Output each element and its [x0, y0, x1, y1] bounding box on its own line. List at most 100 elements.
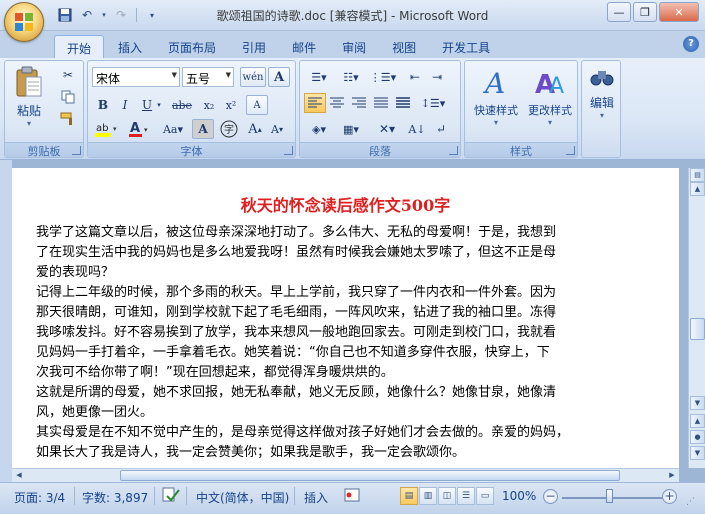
next-page-icon[interactable]: ▼: [690, 446, 705, 460]
horizontal-scrollbar[interactable]: ◀ ▶: [12, 468, 679, 482]
tab-home[interactable]: 开始: [54, 35, 105, 58]
align-left-icon[interactable]: [304, 93, 326, 113]
doc-line: 如果长大了我是诗人，我一定会赞美你；如果我是歌手，我一定会歌颂你。: [36, 445, 466, 460]
character-shading-icon[interactable]: A: [192, 119, 214, 139]
paragraph-launcher-icon[interactable]: [449, 146, 458, 155]
restore-button[interactable]: ❐: [633, 2, 657, 22]
decrease-indent-icon[interactable]: ⇤: [404, 67, 426, 87]
underline-dropdown-icon[interactable]: ▾: [154, 95, 164, 115]
page-indicator[interactable]: 页面: 3/4: [14, 489, 65, 506]
phonetic-guide-button[interactable]: wén: [240, 67, 266, 87]
change-styles-button[interactable]: A A 更改样式 ▾: [523, 65, 577, 127]
change-case-icon[interactable]: Aa▾: [158, 119, 188, 139]
text-highlight-icon[interactable]: ab ▾: [92, 119, 122, 139]
font-size-combo[interactable]: 五号 ▼: [182, 67, 234, 87]
document-body[interactable]: 我学了这篇文章以后，被这位母亲深深地打动了。多么伟大、无私的母爱啊！于是，我想到…: [36, 223, 596, 463]
change-styles-dropdown-icon[interactable]: ▾: [523, 118, 577, 127]
editing-dropdown-icon[interactable]: ▾: [584, 111, 620, 120]
grow-font-icon[interactable]: A ▴: [244, 119, 266, 139]
paste-dropdown-icon[interactable]: ▾: [11, 119, 47, 128]
line-spacing-icon[interactable]: ↕☰▾: [418, 93, 448, 113]
sort-icon[interactable]: A↓: [406, 119, 428, 139]
zoom-level[interactable]: 100%: [502, 489, 536, 503]
scroll-right-icon[interactable]: ▶: [665, 469, 679, 482]
align-right-icon[interactable]: [348, 93, 370, 113]
scroll-left-icon[interactable]: ◀: [12, 469, 26, 482]
align-center-icon[interactable]: [326, 93, 348, 113]
multilevel-list-icon[interactable]: ⋮☰▾: [368, 67, 398, 87]
enclose-characters-icon[interactable]: 字: [218, 119, 240, 139]
word-count[interactable]: 字数: 3,897: [82, 489, 148, 506]
macro-recording-icon[interactable]: [344, 487, 360, 506]
font-size-dropdown-icon[interactable]: ▼: [226, 71, 231, 79]
font-name-dropdown-icon[interactable]: ▼: [172, 71, 177, 79]
font-color-icon[interactable]: A ▾: [126, 119, 152, 139]
binoculars-icon: [590, 71, 614, 86]
character-border-icon[interactable]: A: [268, 67, 290, 87]
office-button[interactable]: [4, 2, 44, 42]
zoom-out-icon[interactable]: −: [543, 489, 558, 504]
shrink-font-icon[interactable]: A ▾: [266, 119, 288, 139]
language-indicator[interactable]: 中文(简体，中国): [196, 489, 289, 506]
close-button[interactable]: ✕: [659, 2, 699, 22]
copy-icon[interactable]: [57, 87, 79, 107]
increase-indent-icon[interactable]: ⇥: [426, 67, 448, 87]
tab-mailings[interactable]: 邮件: [280, 35, 328, 58]
format-painter-icon[interactable]: [57, 109, 79, 129]
tab-references[interactable]: 引用: [230, 35, 278, 58]
paste-icon: [16, 66, 42, 97]
tab-page-layout[interactable]: 页面布局: [156, 35, 228, 58]
resize-grip-icon[interactable]: ⋰: [686, 497, 695, 507]
chinese-layout-icon[interactable]: ✕▾: [372, 119, 402, 139]
styles-launcher-icon[interactable]: [566, 146, 575, 155]
paragraph-group-label: 段落: [300, 142, 460, 158]
editing-button[interactable]: 编辑 ▾: [584, 65, 620, 120]
tab-review[interactable]: 审阅: [330, 35, 378, 58]
cut-icon[interactable]: ✂: [57, 65, 79, 85]
previous-page-icon[interactable]: ▲: [690, 414, 705, 428]
outline-view-icon[interactable]: ☰: [457, 487, 475, 505]
bullets-icon[interactable]: ☰▾: [304, 67, 334, 87]
clipboard-launcher-icon[interactable]: [72, 146, 81, 155]
font-launcher-icon[interactable]: [284, 146, 293, 155]
quick-styles-dropdown-icon[interactable]: ▾: [469, 118, 523, 127]
ruler-toggle-icon[interactable]: ▤: [690, 168, 705, 182]
bold-icon[interactable]: B: [92, 95, 114, 115]
scroll-down-icon[interactable]: ▼: [690, 396, 705, 410]
print-layout-view-icon[interactable]: ▤: [400, 487, 418, 505]
select-browse-object-icon[interactable]: ●: [690, 430, 705, 444]
insert-mode-indicator[interactable]: 插入: [304, 489, 328, 506]
italic-icon[interactable]: I: [114, 95, 136, 115]
full-screen-reading-view-icon[interactable]: ▥: [419, 487, 437, 505]
quick-styles-button[interactable]: A 快速样式 ▾: [469, 65, 523, 127]
horizontal-scroll-thumb[interactable]: [120, 470, 620, 481]
superscript-icon[interactable]: x²: [220, 95, 242, 115]
distributed-icon[interactable]: [392, 93, 414, 113]
help-icon[interactable]: ?: [683, 36, 699, 52]
document-page[interactable]: 秋天的怀念读后感作文500字 我学了这篇文章以后，被这位母亲深深地打动了。多么伟…: [12, 168, 679, 468]
tab-developer[interactable]: 开发工具: [430, 35, 502, 58]
draft-view-icon[interactable]: ▭: [476, 487, 494, 505]
zoom-in-icon[interactable]: +: [662, 489, 677, 504]
minimize-button[interactable]: —: [607, 2, 631, 22]
justify-icon[interactable]: [370, 93, 392, 113]
web-layout-view-icon[interactable]: ◫: [438, 487, 456, 505]
scroll-up-icon[interactable]: ▲: [690, 182, 705, 196]
subscript-icon[interactable]: x₂: [198, 95, 220, 115]
numbering-icon[interactable]: ☷▾: [336, 67, 366, 87]
clear-formatting-icon[interactable]: A: [246, 95, 268, 115]
show-hide-marks-icon[interactable]: ↵: [430, 119, 452, 139]
strikethrough-icon[interactable]: abe: [168, 95, 196, 115]
svg-text:字: 字: [224, 123, 234, 136]
vertical-scrollbar[interactable]: ▤ ▲ ▼ ▲ ● ▼: [688, 168, 705, 468]
vertical-scroll-thumb[interactable]: [690, 318, 705, 340]
proofing-icon[interactable]: [162, 487, 180, 506]
paste-button[interactable]: 粘贴 ▾: [11, 65, 47, 128]
status-separator: [294, 487, 295, 505]
tab-insert[interactable]: 插入: [106, 35, 154, 58]
font-name-combo[interactable]: 宋体 ▼: [92, 67, 180, 87]
shading-icon[interactable]: ◈▾: [304, 119, 334, 139]
zoom-slider-thumb[interactable]: [606, 489, 613, 503]
tab-view[interactable]: 视图: [380, 35, 428, 58]
borders-icon[interactable]: ▦▾: [336, 119, 366, 139]
